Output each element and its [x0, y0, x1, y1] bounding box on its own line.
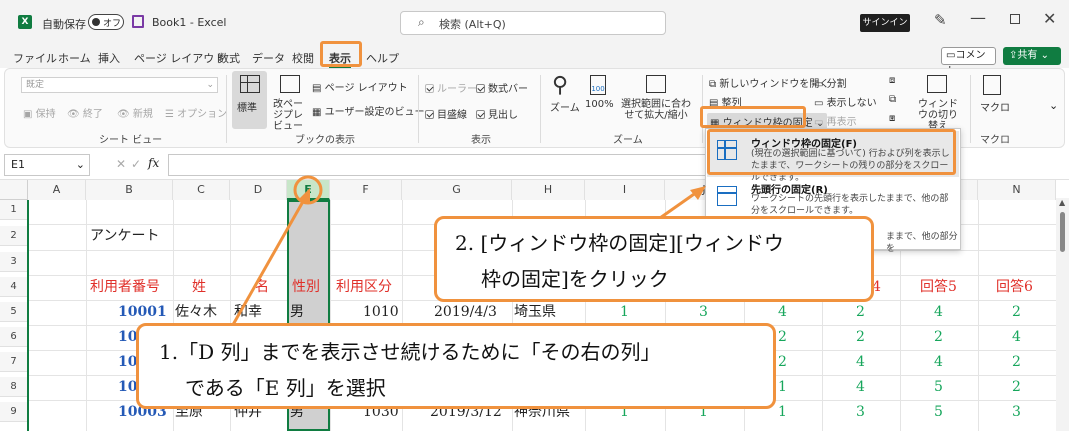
arrow-2-head: [690, 186, 706, 200]
arrow-1: [228, 197, 307, 331]
callout-step-2-line-1: 2. [ウィンドウ枠の固定][ウィンドウ: [455, 231, 784, 255]
callout-step-1-line-1: 1.「D 列」までを表示させ続けるために「その右の列」: [159, 340, 661, 364]
callout-step-1-line-2: である「E 列」を選択: [185, 376, 386, 400]
callout-step-2-line-2: 枠の固定]をクリック: [481, 267, 669, 291]
callout-step-1: 1.「D 列」までを表示させ続けるために「その右の列」 である「E 列」を選択: [136, 323, 776, 409]
callout-step-2: 2. [ウィンドウ枠の固定][ウィンドウ 枠の固定]をクリック: [434, 216, 874, 302]
